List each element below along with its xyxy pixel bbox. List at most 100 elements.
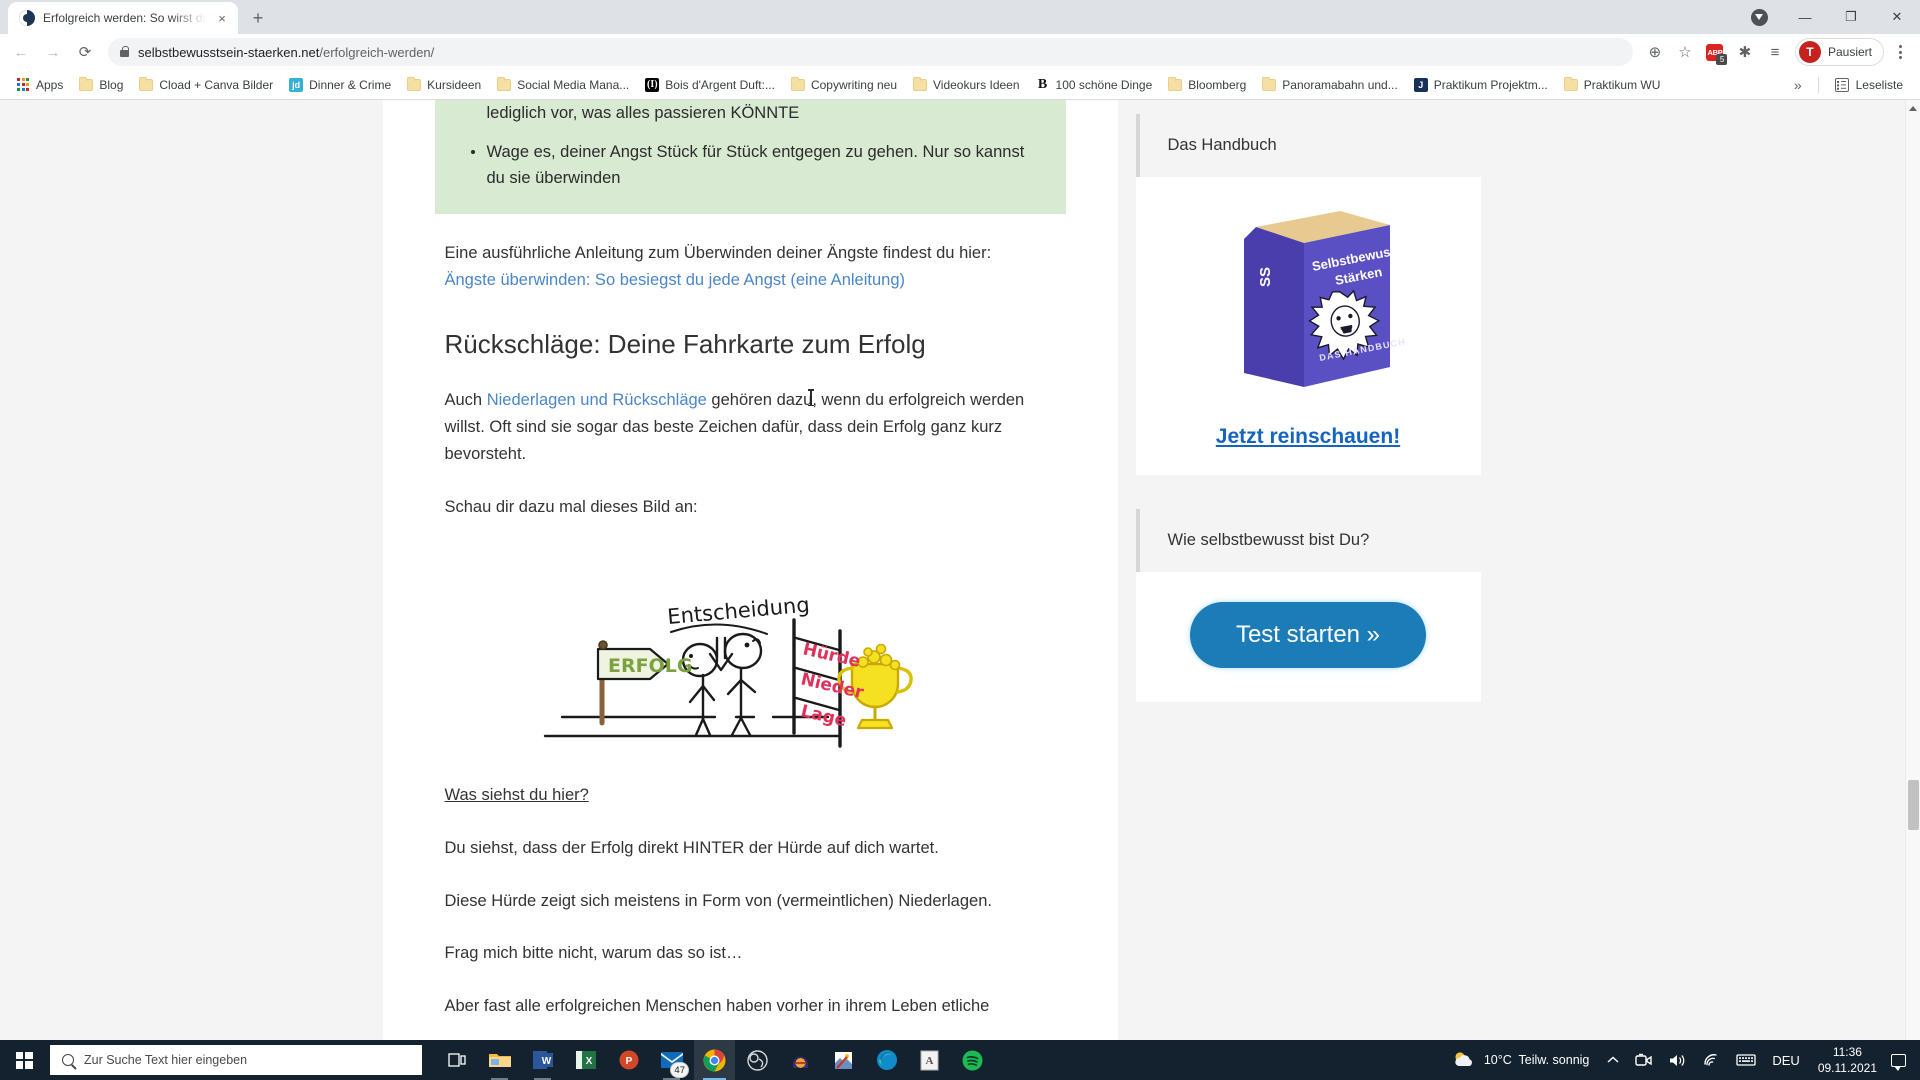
download-icon	[1750, 8, 1768, 26]
clock-date: 09.11.2021	[1817, 1061, 1877, 1075]
tray-camera-icon[interactable]	[1627, 1040, 1660, 1080]
bookmark-cloud-canva[interactable]: Cload + Canva Bilder	[132, 75, 280, 95]
reading-list-icon[interactable]: ≡	[1761, 38, 1789, 66]
bookmark-kursideen[interactable]: Kursideen	[400, 75, 488, 95]
bookmark-bois-dargent[interactable]: (I) Bois d'Argent Duft:...	[638, 75, 782, 95]
bookmark-label: Praktikum WU	[1583, 77, 1661, 92]
spotify-icon	[962, 1050, 983, 1070]
weather-temp: 10°C	[1483, 1053, 1512, 1067]
maximize-button[interactable]: ❐	[1828, 1, 1874, 33]
tray-volume-icon[interactable]	[1660, 1040, 1694, 1080]
bookmark-dinner-crime[interactable]: jd Dinner & Crime	[282, 75, 398, 95]
forward-button[interactable]: →	[38, 37, 68, 67]
bookmarks-overflow-button[interactable]: »	[1788, 77, 1808, 93]
widget-title: Das Handbuch	[1135, 114, 1481, 177]
bookmark-copywriting[interactable]: Copywriting neu	[784, 75, 904, 95]
address-bar[interactable]: selbstbewusstsein-staerken.net/erfolgrei…	[108, 38, 1633, 66]
bookmark-apps[interactable]: Apps	[9, 75, 70, 95]
taskbar-item-audio-app[interactable]	[780, 1040, 821, 1080]
reading-list-button[interactable]: Leseliste	[1829, 75, 1909, 95]
mail-unread-badge: 47	[670, 1062, 689, 1078]
taskbar-item-chrome[interactable]	[694, 1040, 735, 1080]
close-window-button[interactable]: ✕	[1874, 1, 1920, 33]
bookmark-praktikum-projektm[interactable]: J Praktikum Projektm...	[1407, 75, 1555, 95]
minimize-button[interactable]: —	[1782, 1, 1828, 33]
taskbar-item-spotify[interactable]	[952, 1040, 993, 1080]
start-button[interactable]	[0, 1040, 48, 1080]
section-heading: Rückschläge: Deine Fahrkarte zum Erfolg	[444, 328, 926, 359]
bookmarks-overflow-area: » Leseliste	[1788, 75, 1911, 95]
scroll-up-icon[interactable]	[1909, 106, 1917, 111]
zoom-icon[interactable]: ⊕	[1641, 38, 1669, 66]
bookmark-praktikum-wu[interactable]: Praktikum WU	[1557, 75, 1668, 95]
bookmark-bloomberg[interactable]: Bloomberg	[1161, 75, 1253, 95]
taskbar-item-photo-editor[interactable]	[823, 1040, 864, 1080]
adblock-extension-button[interactable]: ABP 5	[1701, 38, 1729, 66]
taskbar-item-notes-app[interactable]: A	[909, 1040, 950, 1080]
web-page: lediglich vor, was alles passieren KÖNNT…	[0, 100, 1905, 1040]
downloads-button[interactable]	[1736, 1, 1782, 33]
taskbar-item-obs-studio[interactable]	[737, 1040, 778, 1080]
reload-button[interactable]: ⟳	[70, 37, 100, 67]
bookmark-panoramabahn[interactable]: Panoramabahn und...	[1255, 75, 1404, 95]
close-icon[interactable]: ×	[214, 10, 230, 26]
bookmark-label: Apps	[36, 77, 64, 92]
task-view-button[interactable]	[436, 1040, 477, 1080]
paragraph-hinter: Du siehst, dass der Erfolg direkt HINTER…	[444, 838, 939, 857]
notes-app-icon: A	[920, 1050, 939, 1070]
browser-tab[interactable]: Erfolgreich werden: So wirst du g ×	[8, 2, 238, 34]
system-tray: 10°C Teilw. sonnig DEU 11:36 09.11.2021	[1443, 1040, 1920, 1080]
taskbar-search-input[interactable]: Zur Suche Text hier eingeben	[50, 1045, 422, 1075]
widget-body: Test starten »	[1135, 572, 1481, 702]
taskbar-item-word[interactable]: W	[522, 1040, 563, 1080]
tray-wifi-icon[interactable]	[1694, 1040, 1728, 1080]
anleitung-link[interactable]: Ängste überwinden: So besiegst du jede A…	[445, 271, 906, 289]
bookmarks-bar: Apps Blog Cload + Canva Bilder jd Dinner…	[0, 70, 1920, 100]
extensions-icon[interactable]: ✱	[1731, 38, 1759, 66]
bookmark-label: 100 schöne Dinge	[1055, 77, 1153, 92]
weather-widget[interactable]: 10°C Teilw. sonnig	[1443, 1050, 1600, 1070]
yin-yang-icon	[19, 10, 35, 26]
profile-button[interactable]: T Pausiert	[1794, 38, 1884, 66]
folder-icon	[1563, 77, 1578, 91]
file-explorer-icon	[488, 1054, 511, 1067]
profile-label: Pausiert	[1827, 45, 1872, 59]
bookmark-label: Bois d'Argent Duft:...	[665, 77, 775, 92]
bookmark-videokurs[interactable]: Videokurs Ideen	[906, 75, 1027, 95]
taskbar-item-mail[interactable]: 47	[651, 1040, 692, 1080]
label-erfolg: ERFOLG	[608, 655, 692, 677]
label-huerde: Hürde	[801, 640, 862, 673]
test-starten-button[interactable]: Test starten »	[1189, 602, 1427, 668]
bookmark-label: Panoramabahn und...	[1282, 77, 1398, 92]
tray-clock[interactable]: 11:36 09.11.2021	[1808, 1044, 1887, 1076]
taskbar-item-file-explorer[interactable]	[479, 1040, 520, 1080]
bookmark-label: Cload + Canva Bilder	[159, 77, 274, 92]
bookmark-label: Blog	[99, 77, 124, 92]
page-scrollbar[interactable]	[1905, 100, 1920, 1040]
notification-icon[interactable]	[1891, 1053, 1906, 1071]
bookmark-blog[interactable]: Blog	[72, 75, 130, 95]
svg-text:W: W	[541, 1056, 551, 1067]
taskbar-item-edge[interactable]	[866, 1040, 907, 1080]
bookmark-label: Kursideen	[427, 77, 482, 92]
tray-language-indicator[interactable]: DEU	[1764, 1040, 1807, 1080]
new-tab-button[interactable]: +	[244, 4, 272, 32]
taskbar-item-excel[interactable]: X	[565, 1040, 606, 1080]
label-entscheidung: Entscheidung	[666, 593, 810, 629]
taskbar-item-powerpoint[interactable]: P	[608, 1040, 649, 1080]
chrome-menu-button[interactable]	[1886, 38, 1914, 66]
folder-icon	[139, 77, 154, 91]
book-spine-text: SS	[1257, 267, 1274, 287]
bookmark-social-media[interactable]: Social Media Mana...	[490, 75, 636, 95]
jetzt-reinschauen-link[interactable]: Jetzt reinschauen!	[1216, 425, 1400, 449]
bookmark-100-schoene-dinge[interactable]: B 100 schöne Dinge	[1029, 75, 1160, 95]
scrollbar-thumb[interactable]	[1908, 780, 1919, 830]
tray-keyboard-icon[interactable]	[1728, 1040, 1764, 1080]
tray-expand-chevron-icon[interactable]	[1599, 1040, 1627, 1080]
page-container: lediglich vor, was alles passieren KÖNNT…	[382, 100, 1523, 1040]
bookmark-star-icon[interactable]: ☆	[1671, 38, 1699, 66]
back-button[interactable]: ←	[6, 37, 36, 67]
niederlagen-link[interactable]: Niederlagen und Rückschläge	[487, 391, 707, 409]
book-cover-image[interactable]: SS Selbstbewusstsein Stärken DAS HANDBUC…	[1208, 201, 1429, 411]
folder-icon	[407, 77, 422, 91]
